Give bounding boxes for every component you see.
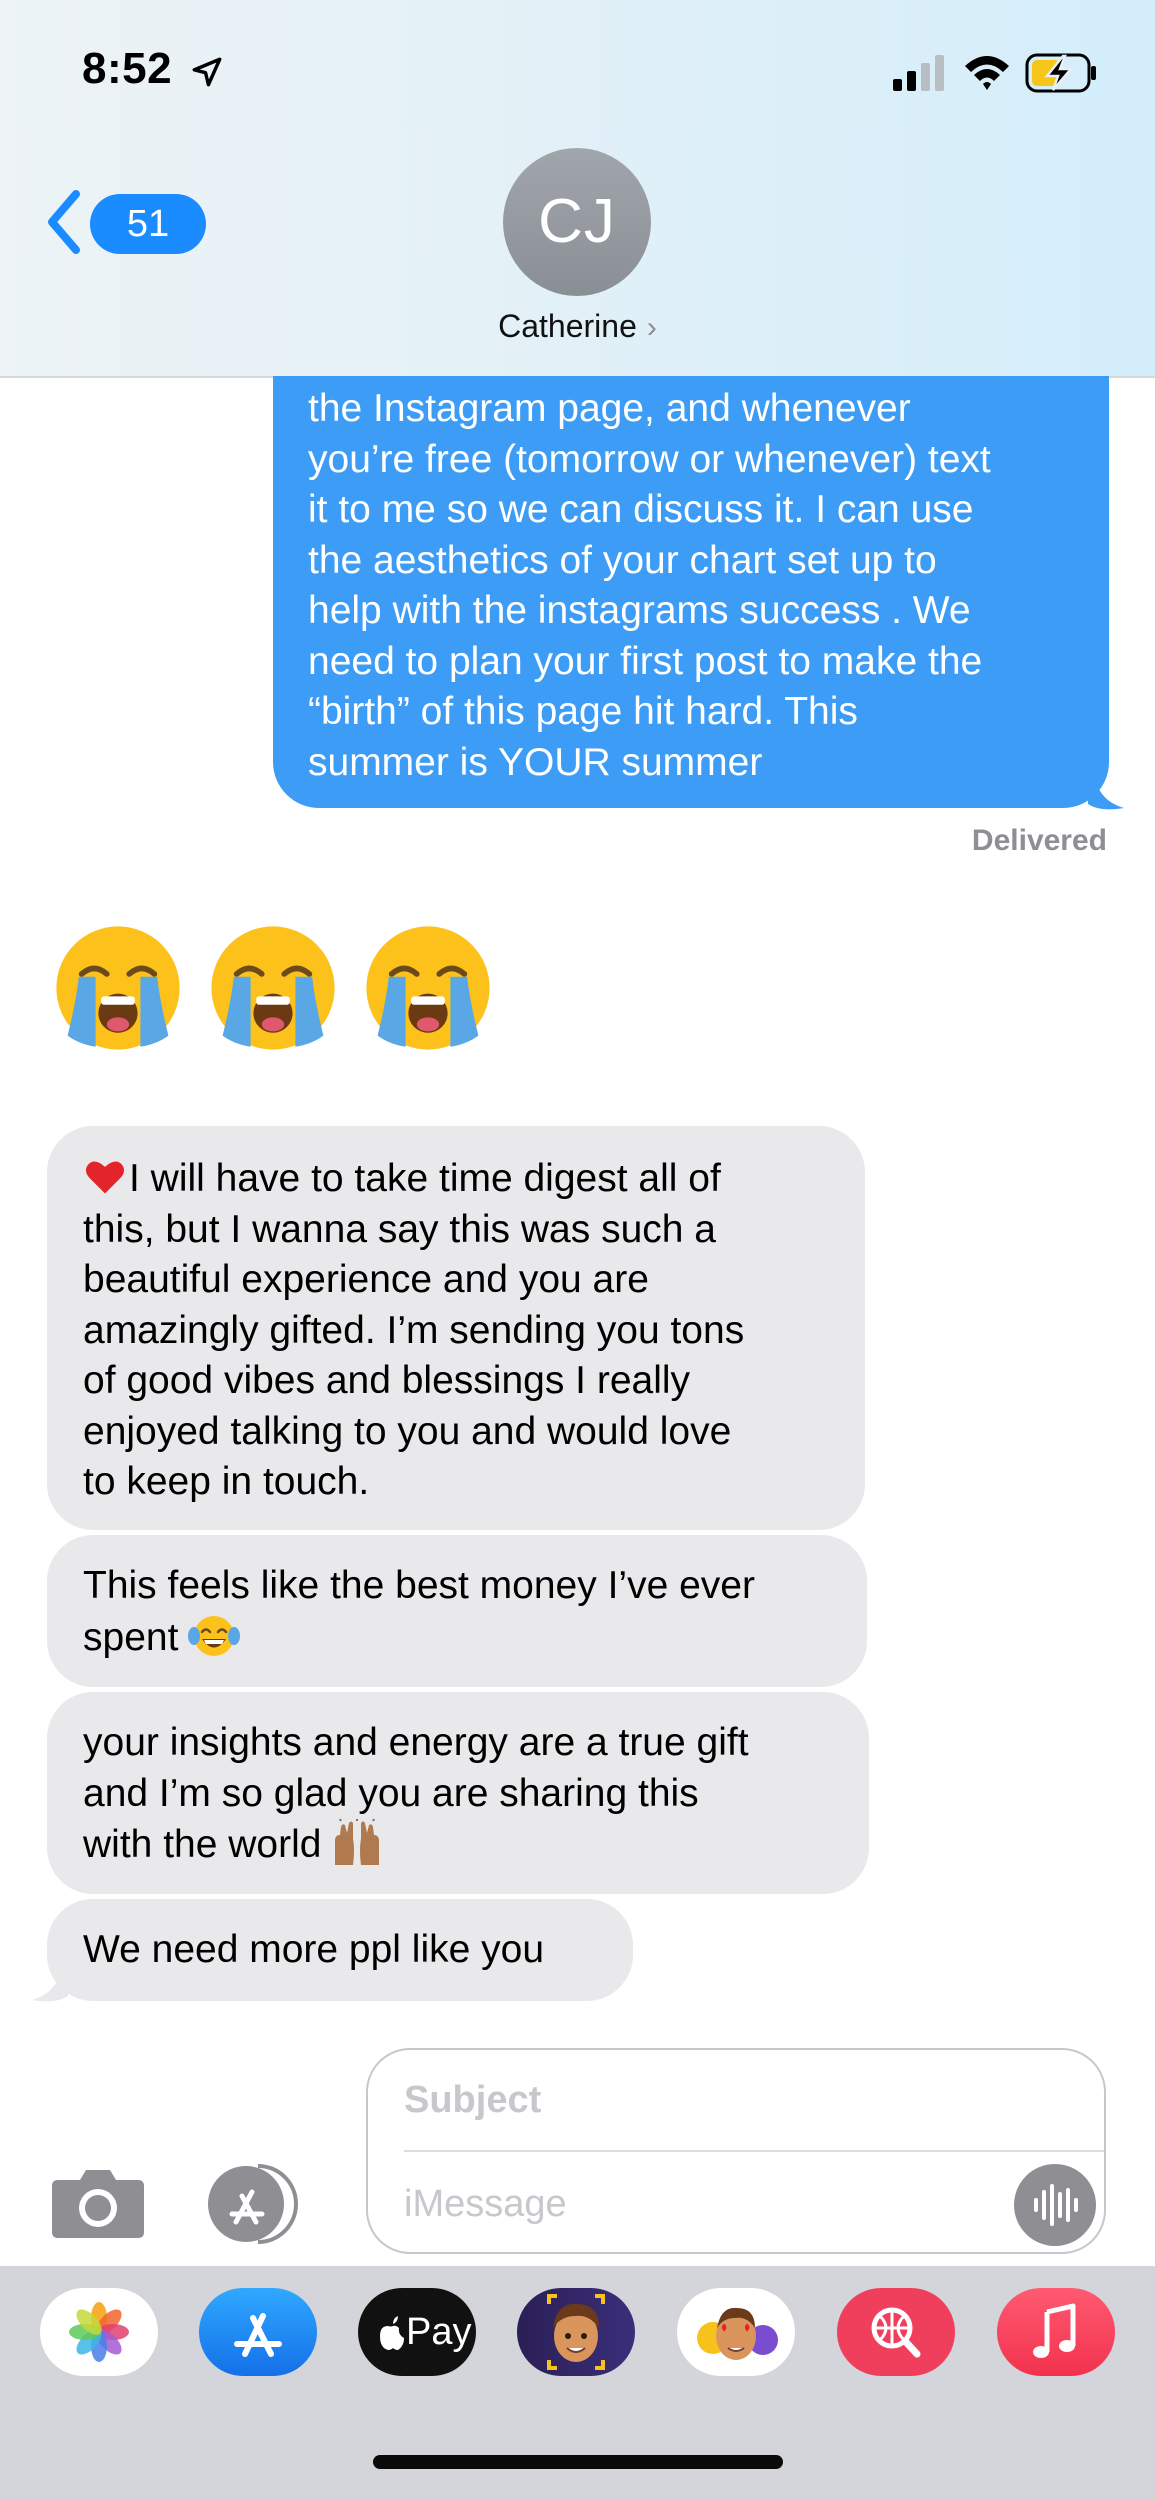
loudly-crying-face-icon [366,926,490,1050]
message-line: you’re free (tomorrow or whenever) text [308,437,991,481]
audio-message-button[interactable] [1014,2164,1096,2246]
battery-charging-icon [1025,53,1096,93]
app-store-icon[interactable] [206,2164,316,2244]
received-message-bubble[interactable]: This feels like the best money I’ve ever… [47,1535,867,1687]
message-line: We need more ppl like you [83,1928,545,1971]
received-message-bubble[interactable]: I will have to take time digest all of t… [47,1126,865,1530]
loudly-crying-face-icon [211,926,335,1050]
message-line: spent [83,1612,837,1664]
message-line: “birth” of this page hit hard. This [308,690,858,733]
unread-count-badge: 51 [90,194,206,254]
loudly-crying-face-icon [56,926,180,1050]
message-line: I will have to take time digest all of [83,1154,835,1205]
contact-name: Catherine [498,308,637,344]
web-images-search-app-icon[interactable] [837,2288,955,2376]
signal-icon [893,55,944,91]
message-line: need to plan your first post to make the [308,639,983,683]
sent-message-bubble[interactable]: the Instagram page, and whenever you’re … [273,376,1109,808]
face-with-tears-of-joy-icon [188,1615,241,1656]
sent-bubble-tail [1088,770,1124,810]
memoji-app-icon[interactable] [517,2288,635,2376]
raising-hands-icon [335,1819,380,1865]
message-line: of good vibes and blessings I really [83,1359,691,1402]
received-message-bubble[interactable]: your insights and energy are a true gift… [47,1692,869,1894]
received-bubble-tail [32,1962,68,2002]
camera-icon[interactable] [50,2164,146,2240]
contact-name-button[interactable]: Catherine › [0,308,1155,345]
compose-divider [404,2150,1104,2152]
received-message-bubble[interactable]: We need more ppl like you [47,1899,633,2001]
message-line: to keep in touch. [83,1460,370,1503]
delivery-status: Delivered [971,824,1107,857]
photos-app-icon[interactable] [40,2288,158,2376]
message-line: your insights and energy are a true gift [83,1721,749,1764]
message-line: it to me so we can discuss it. I can use [308,488,974,531]
message-line: this, but I wanna say this was such a [83,1207,716,1251]
message-compose-box[interactable] [366,2048,1106,2254]
location-arrow-icon [192,57,222,87]
chevron-right-icon: › [646,311,657,344]
message-line: This feels like the best money I’ve ever [83,1564,755,1607]
conversation-header: 8:52 51 CJ Catherine › [0,0,1155,378]
message-line: with the world [83,1819,839,1871]
chevron-left-icon [48,190,80,254]
message-line: beautiful experience and you are [83,1258,649,1301]
status-time: 8:52 [82,44,173,93]
apple-pay-app-icon[interactable]: Pay [358,2288,476,2376]
message-line: summer is YOUR summer [308,740,763,784]
message-line: help with the instagrams success . We [308,589,971,632]
message-line: the aesthetics of your chart set up to [308,538,937,582]
contact-avatar[interactable]: CJ [503,148,651,296]
imessage-input[interactable] [404,2174,964,2234]
red-heart-icon [85,1161,125,1194]
apple-pay-label: Pay [406,2311,472,2353]
animoji-stickers-app-icon[interactable] [677,2288,795,2376]
music-app-icon[interactable] [997,2288,1115,2376]
waveform-icon [1034,2184,1078,2226]
wifi-icon [965,56,1009,90]
message-line: amazingly gifted. I’m sending you tons [83,1308,745,1352]
message-line: the Instagram page, and whenever [308,387,911,430]
home-indicator[interactable] [373,2455,783,2469]
message-line: enjoyed talking to you and would love [83,1409,732,1453]
message-line: and I’m so glad you are sharing this [83,1771,699,1815]
subject-field[interactable] [404,2072,1064,2128]
back-button[interactable]: 51 [44,186,206,258]
app-store-app-icon[interactable] [199,2288,317,2376]
